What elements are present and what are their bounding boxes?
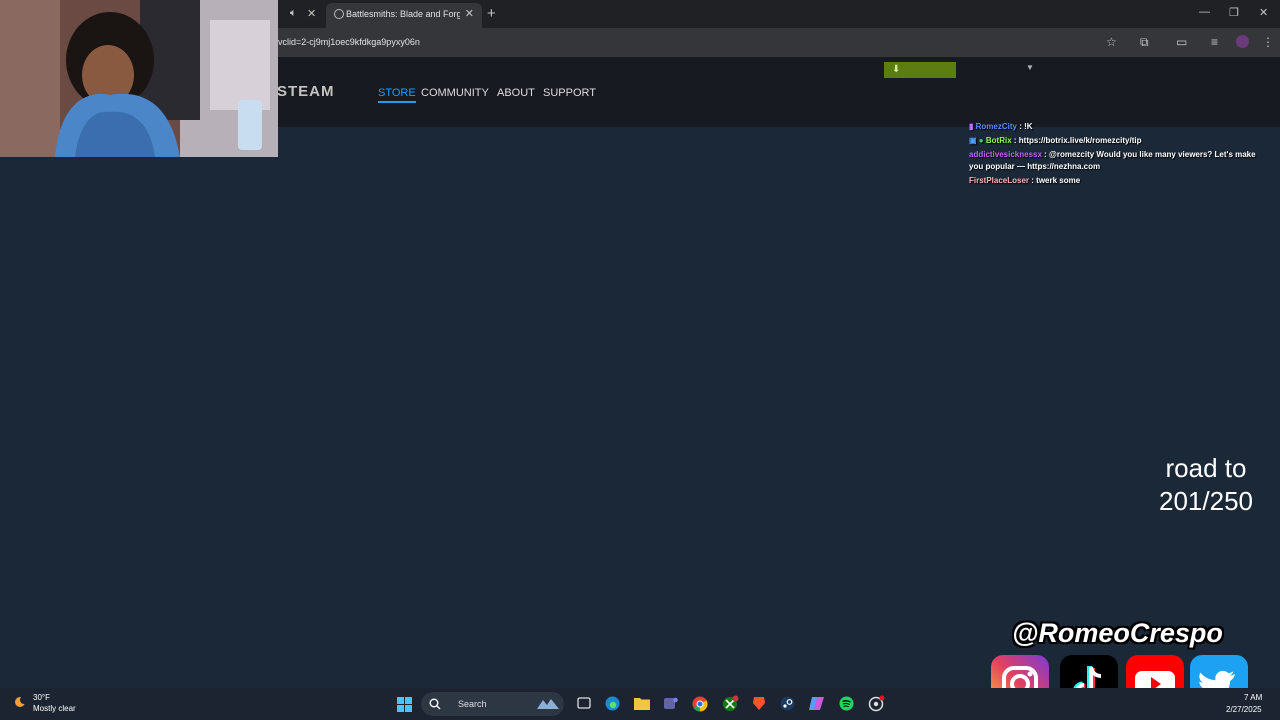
xbox-icon[interactable]	[722, 695, 739, 712]
mute-tab-icon[interactable]: 🔈︎	[290, 7, 297, 20]
obs-icon[interactable]	[868, 695, 885, 712]
streamer-handle: @RomeoCrespo	[1012, 618, 1223, 648]
menu-kebab-icon[interactable]: ⋮	[1262, 35, 1274, 49]
address-bar[interactable]: vclid=2-cj9mj1oec9kfdkga9pyxy06n	[278, 37, 420, 47]
stream-chat: ▮ RomezCity : !K ▣ ● BotRix : https://bo…	[969, 121, 1269, 189]
chat-message: ▮ RomezCity : !K	[969, 121, 1269, 133]
chat-message: FirstPlaceLoser : twerk some	[969, 175, 1269, 187]
weather-temperature[interactable]: 30°F	[33, 693, 50, 702]
media-controls-icon[interactable]: ≡	[1211, 35, 1218, 49]
chat-text: : https://botrix.live/k/romezcity/tip	[1013, 136, 1142, 145]
weather-icon[interactable]	[13, 694, 29, 710]
windows-start-icon[interactable]	[397, 697, 412, 712]
cast-icon[interactable]: ▭	[1176, 35, 1187, 49]
tab-close-icon[interactable]: ✕	[307, 7, 316, 20]
goal-label: road to	[1165, 453, 1247, 483]
chat-username: FirstPlaceLoser	[969, 176, 1030, 185]
copilot-icon[interactable]	[809, 696, 825, 711]
download-icon: ⬇︎	[892, 64, 901, 75]
profile-avatar[interactable]	[1236, 35, 1249, 48]
search-label: Search	[458, 699, 487, 709]
file-explorer-icon[interactable]	[634, 696, 650, 710]
nav-support[interactable]: SUPPORT	[543, 87, 596, 99]
tab-title: Battlesmiths: Blade and Forge on Steam	[346, 9, 460, 19]
search-icon	[429, 698, 441, 710]
chat-text: : twerk some	[1031, 176, 1081, 185]
edge-icon[interactable]	[605, 696, 620, 711]
install-steam-button[interactable]: ⬇︎	[884, 62, 956, 78]
close-window-icon[interactable]: ✕	[1259, 6, 1268, 19]
chat-username: BotRix	[985, 136, 1012, 145]
new-tab-icon[interactable]: +	[487, 5, 496, 22]
goal-progress: 201/250	[1159, 486, 1253, 516]
teams-icon[interactable]	[663, 696, 678, 711]
steam-taskbar-icon[interactable]	[780, 696, 795, 711]
weather-description[interactable]: Mostly clear	[33, 704, 76, 713]
webcam-overlay	[0, 0, 278, 157]
bot-badge-icon: ▣	[969, 136, 977, 145]
chat-message: addictivesicknessx : @romezcity Would yo…	[969, 149, 1269, 173]
steam-favicon-icon	[334, 9, 344, 19]
nav-about[interactable]: ABOUT	[497, 87, 535, 99]
follower-goal: road to 201/250	[1140, 452, 1272, 518]
mod-badge-icon: ▮	[969, 122, 974, 131]
webcam-feed-image	[0, 0, 278, 157]
spotify-icon[interactable]	[839, 696, 854, 711]
task-view-icon[interactable]	[577, 696, 591, 710]
bookmark-star-icon[interactable]: ☆	[1106, 35, 1117, 49]
windows-taskbar: 30°F Mostly clear Search 7 AM 2/27/2025	[0, 688, 1280, 720]
restore-icon[interactable]: ❐	[1229, 6, 1239, 19]
tab-steam[interactable]: Battlesmiths: Blade and Forge on Steam ✕	[326, 3, 482, 28]
tab-close-icon[interactable]: ✕	[465, 7, 474, 20]
chat-text: : !K	[1019, 122, 1033, 131]
chat-message: ▣ ● BotRix : https://botrix.live/k/romez…	[969, 135, 1269, 147]
taskbar-search[interactable]: Search	[421, 692, 564, 716]
extensions-icon[interactable]: ⧉	[1140, 35, 1149, 50]
screen: 🔈︎ ✕ Battlesmiths: Blade and Forge on St…	[0, 0, 1280, 720]
account-dropdown-icon[interactable]: ▼	[1026, 63, 1034, 72]
clock-date[interactable]: 2/27/2025	[1226, 705, 1262, 714]
chat-username: addictivesicknessx	[969, 150, 1042, 159]
brave-icon[interactable]	[752, 695, 766, 711]
steam-logo[interactable]: STEAM	[277, 83, 335, 100]
chat-username: RomezCity	[975, 122, 1017, 131]
nav-store[interactable]: STORE	[378, 87, 416, 103]
minimize-icon[interactable]: —	[1199, 6, 1210, 18]
clock-time[interactable]: 7 AM	[1244, 693, 1262, 702]
nav-community[interactable]: COMMUNITY	[421, 87, 489, 99]
verified-badge-icon: ●	[978, 136, 984, 145]
chrome-icon[interactable]	[692, 696, 708, 712]
search-highlight-icon	[537, 699, 559, 709]
